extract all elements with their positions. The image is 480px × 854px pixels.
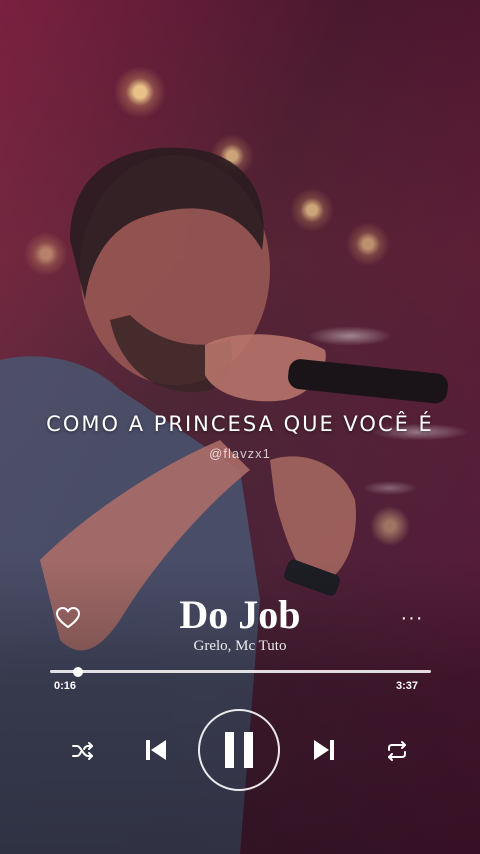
current-time: 0:16	[54, 680, 77, 692]
shuffle-icon[interactable]	[70, 738, 96, 764]
pause-icon	[225, 732, 253, 768]
repeat-icon[interactable]	[384, 738, 410, 764]
progress-handle[interactable]	[73, 666, 84, 677]
progress-bar[interactable]	[50, 666, 431, 677]
skip-previous-icon[interactable]	[142, 736, 170, 764]
total-time: 3:37	[395, 680, 418, 692]
track-artist: Grelo, Mc Tuto	[193, 638, 287, 654]
watermark-handle: @flavzx1	[209, 446, 271, 461]
pause-button[interactable]	[198, 709, 280, 791]
skip-next-icon[interactable]	[310, 736, 338, 764]
lyric-line: COMO A PRINCESA QUE VOCÊ É	[46, 412, 434, 436]
more-horizontal-icon[interactable]: ···	[398, 606, 426, 630]
